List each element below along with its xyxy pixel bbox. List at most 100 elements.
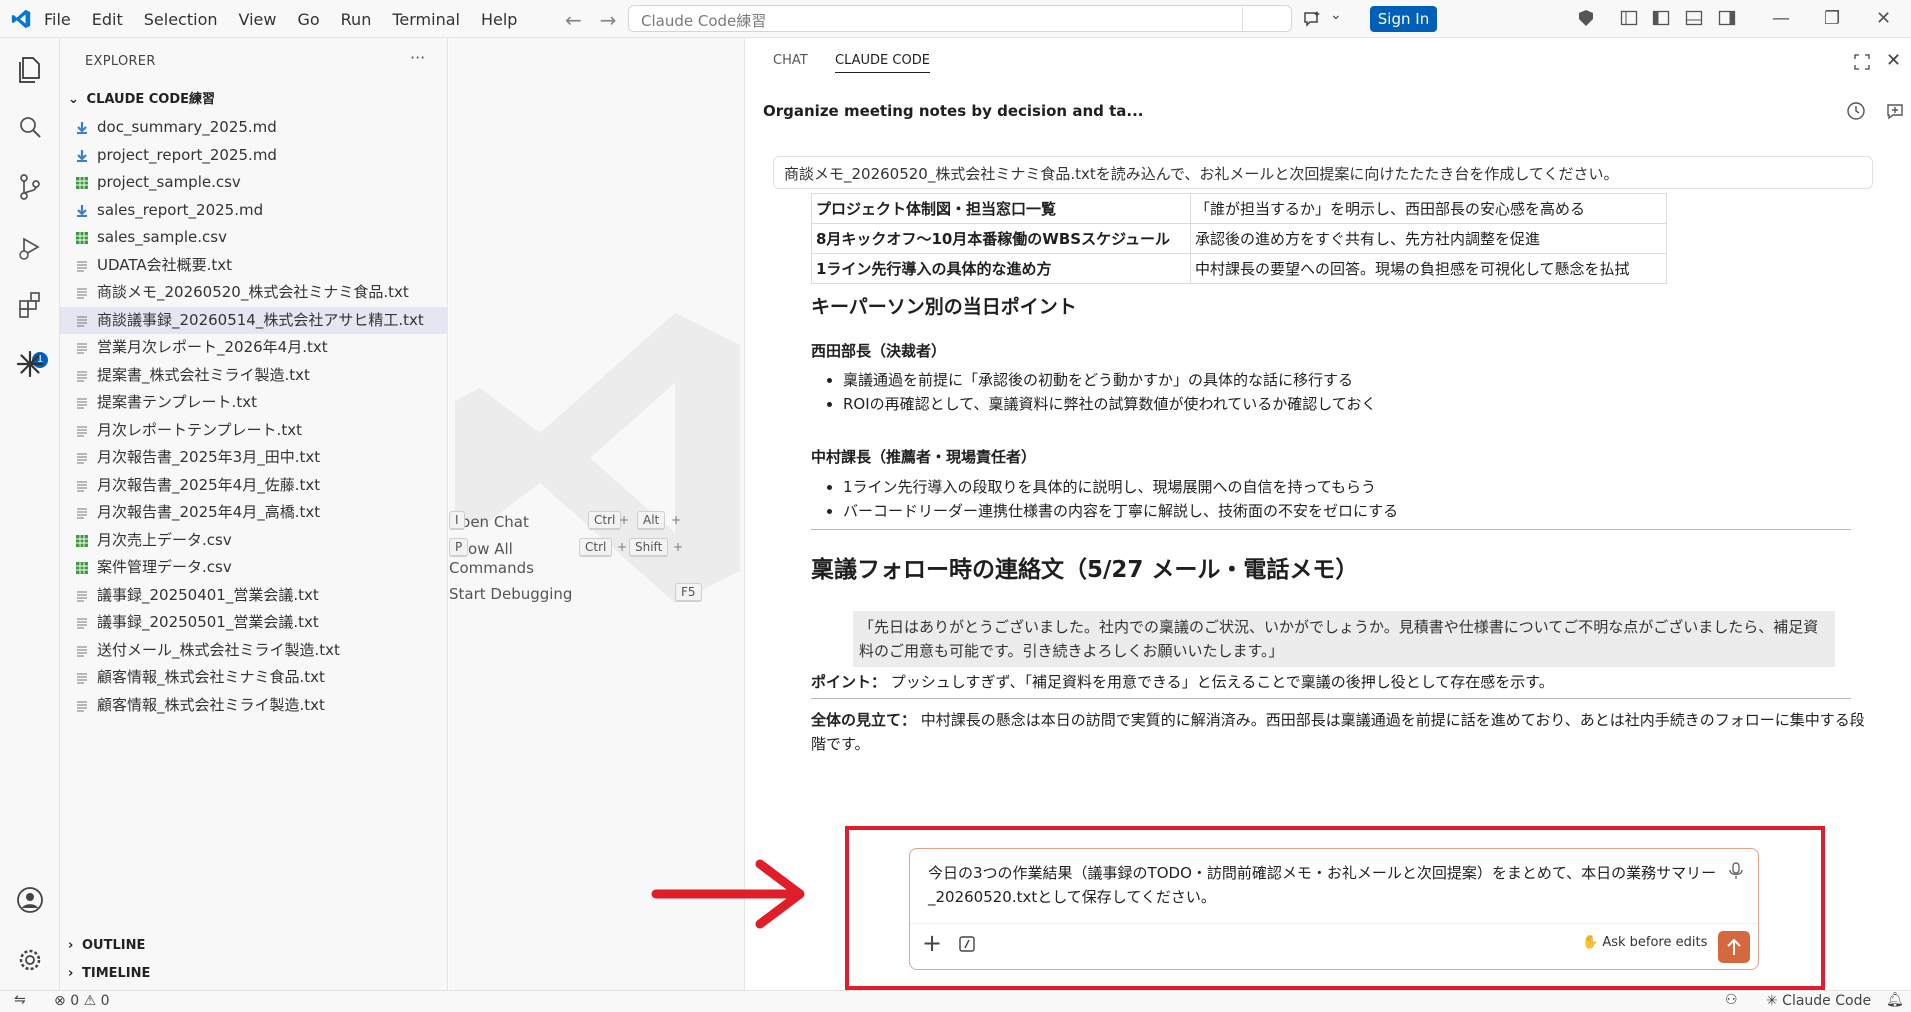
point-paragraph: ポイント： プッシュしすぎず、「補足資料を用意できる」と伝えることで稟議の後押し… [811,670,1851,694]
text-file-icon [77,618,87,629]
workspace-folder-header[interactable]: ⌄ CLAUDE CODE練習 [68,88,215,107]
restore-icon[interactable]: ❐ [1824,8,1840,29]
accounts-shield-icon[interactable] [1577,9,1595,27]
file-name: 提案書_株式会社ミライ製造.txt [97,365,310,384]
menu-item-view[interactable]: View [239,10,277,29]
problems-indicator[interactable]: ⊗ 0 ⚠ 0 [54,993,110,1009]
menu-item-run[interactable]: Run [341,10,372,29]
panel-toggle-icon[interactable] [1685,9,1703,27]
nav-arrows: ← → [565,8,635,32]
text-file-icon [77,260,87,272]
file-item[interactable]: 商談議事録_20260514_株式会社アサヒ精工.txt [60,306,448,334]
table-cell-purpose: 承認後の進め方をすぐ共有し、先方社内調整を促進 [1190,223,1667,254]
primary-sidebar-icon[interactable] [1652,9,1670,27]
account-icon[interactable] [14,884,46,916]
overall-text: 中村課長の懸念は本日の訪問で実質的に解消済み。西田部長は稟議通過を前提に話を進め… [811,711,1865,753]
file-item[interactable]: 月次報告書_2025年4月_高橋.txt [60,499,448,527]
plus-separator: + [617,540,628,554]
copilot-chat-icon[interactable]: ⌄ [1302,7,1346,31]
chat-input-box[interactable]: 今日の3つの作業結果（議事録のTODO・訪問前確認メモ・お礼メールと次回提案）を… [909,848,1759,970]
menu-item-file[interactable]: File [44,10,71,29]
file-item[interactable]: UDATA会社概要.txt [60,252,448,280]
table-cell-item: プロジェクト体制図・担当窓口一覧 [811,193,1191,224]
minimize-icon[interactable]: — [1772,8,1790,29]
forward-arrow-icon[interactable]: → [600,8,617,32]
file-item[interactable]: 顧客情報_株式会社ミライ製造.txt [60,692,448,720]
explorer-files-icon[interactable] [14,54,46,86]
file-item[interactable]: project_report_2025.md [60,142,448,170]
file-item[interactable]: 顧客情報_株式会社ミナミ食品.txt [60,664,448,692]
claude-sparkle-icon[interactable] [14,348,46,380]
file-name: 議事録_20250401_営業会議.txt [97,585,319,604]
run-debug-icon[interactable] [14,231,46,263]
menu-item-go[interactable]: Go [297,10,319,29]
layout-toggle-icon[interactable] [1620,9,1638,27]
secondary-sidebar-icon[interactable] [1718,9,1736,27]
remote-icon[interactable]: ⇋ [14,992,26,1008]
new-session-icon[interactable] [1885,101,1905,121]
tab-claude-code[interactable]: CLAUDE CODE [835,53,930,73]
claude-code-status[interactable]: ✳ Claude Code [1766,993,1871,1009]
text-file-icon [77,645,87,657]
sign-in-button[interactable]: Sign In [1370,6,1437,32]
tab-chat[interactable]: CHAT [773,53,808,68]
file-item[interactable]: sales_sample.csv [60,224,448,252]
file-name: 議事録_20250501_営業会議.txt [97,613,319,631]
timeline-label: TIMELINE [82,966,151,981]
slash-command-icon[interactable] [959,936,975,952]
copilot-icon[interactable]: ⚇ [1725,992,1738,1008]
file-item[interactable]: 案件管理データ.csv [60,554,448,582]
add-attachment-icon[interactable]: + [922,931,942,955]
extensions-icon[interactable] [14,289,46,321]
close-window-icon[interactable]: ✕ [1876,8,1891,29]
timeline-section[interactable]: › TIMELINE [68,966,150,981]
command-center-search[interactable]: Claude Code練習 [628,5,1292,32]
file-item[interactable]: 月次報告書_2025年3月_田中.txt [60,444,448,472]
file-item[interactable]: 議事録_20250501_営業会議.txt [60,609,448,637]
file-item[interactable]: 月次レポートテンプレート.txt [60,417,448,445]
file-name: UDATA会社概要.txt [97,255,233,274]
history-clock-icon[interactable] [1846,101,1866,121]
text-file-icon [77,398,87,409]
microphone-icon[interactable] [1728,861,1744,881]
file-item[interactable]: project_sample.csv [60,169,448,197]
file-item[interactable]: 営業月次レポート_2026年4月.txt [60,334,448,362]
file-item[interactable]: 送付メール_株式会社ミライ製造.txt [60,637,448,665]
ask-before-edits-toggle[interactable]: ✋ Ask before edits [1582,935,1707,950]
file-item[interactable]: doc_summary_2025.md [60,114,448,142]
more-actions-icon[interactable]: ··· [410,48,425,67]
back-arrow-icon[interactable]: ← [565,8,582,32]
divider [811,529,1851,530]
file-item[interactable]: 月次売上データ.csv [60,527,448,555]
notifications-bell-icon[interactable]: 🔔︎ [1886,992,1904,1008]
editor-empty-area: Open Chat Ctrl + Alt + I Show All Commands Ctrl… [449,38,745,990]
file-item[interactable]: 議事録_20250401_営業会議.txt [60,582,448,610]
keyperson-heading: キーパーソン別の当日ポイント [811,296,1077,318]
chat-input-text[interactable]: 今日の3つの作業結果（議事録のTODO・訪問前確認メモ・お礼メールと次回提案）を… [928,861,1718,909]
menu-item-help[interactable]: Help [481,10,517,29]
menu-item-terminal[interactable]: Terminal [392,10,460,29]
key-cap: F5 [675,583,702,602]
source-control-icon[interactable] [14,171,46,203]
settings-gear-icon[interactable] [14,944,46,976]
file-item[interactable]: sales_report_2025.md [60,197,448,225]
maximize-icon[interactable] [1854,54,1870,70]
point-text: プッシュしすぎず、「補足資料を用意できる」と伝えることで稟議の後押し役として存在… [890,673,1554,691]
file-item[interactable]: 商談メモ_20260520_株式会社ミナミ食品.txt [60,279,448,307]
menu-item-selection[interactable]: Selection [144,10,218,29]
file-name: 顧客情報_株式会社ミライ製造.txt [97,695,325,714]
file-item[interactable]: 月次報告書_2025年4月_佐藤.txt [60,472,448,500]
close-panel-icon[interactable]: ✕ [1886,50,1901,71]
search-placeholder: Claude Code練習 [641,12,767,30]
file-name: project_report_2025.md [97,145,277,164]
file-item[interactable]: 提案書_株式会社ミライ製造.txt [60,362,448,390]
error-icon: ⊗ [54,993,66,1009]
outline-section[interactable]: › OUTLINE [68,938,145,953]
chevron-down-icon[interactable]: ⌄ [1330,7,1342,23]
send-button[interactable] [1718,931,1750,963]
file-item[interactable]: 提案書テンプレート.txt [60,389,448,417]
search-icon[interactable] [14,112,46,144]
text-file-icon [77,288,87,299]
key-cap: Ctrl [579,538,613,557]
menu-item-edit[interactable]: Edit [92,10,123,29]
